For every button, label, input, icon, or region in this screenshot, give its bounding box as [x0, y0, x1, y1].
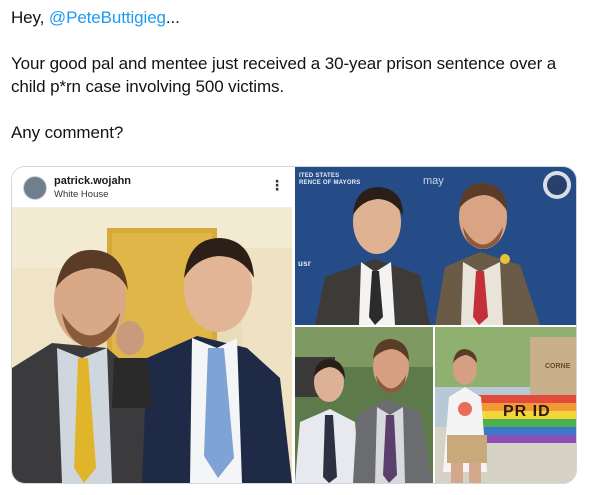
- photo-two-men-white-house: [12, 208, 292, 483]
- tweet-body: Your good pal and mentee just received a…: [11, 54, 557, 96]
- pride-banner-text: PR ID: [503, 403, 551, 420]
- media-photo-pride[interactable]: CORNE PR ID: [435, 327, 576, 483]
- greeting-prefix: Hey,: [11, 8, 49, 27]
- media-photo-instagram[interactable]: patrick.wojahn White House ⋮: [12, 167, 292, 483]
- avatar: [23, 176, 47, 200]
- greeting-suffix: ...: [165, 8, 180, 27]
- banner-logo-text: usr: [298, 259, 312, 268]
- tweet-question: Any comment?: [11, 123, 124, 142]
- instagram-header: patrick.wojahn White House ⋮: [12, 167, 292, 208]
- mention-link[interactable]: @PeteButtigieg: [49, 8, 166, 27]
- banner-text-line1: ITED STATES: [299, 173, 340, 179]
- instagram-username: patrick.wojahn: [54, 175, 132, 187]
- instagram-location: White House: [54, 189, 109, 200]
- media-photo-mayors-conference[interactable]: ITED STATES RENCE OF MAYORS may usr: [295, 167, 576, 325]
- greeting-line: Hey, @PeteButtigieg...: [11, 6, 581, 29]
- banner-brand-text: may: [423, 175, 444, 187]
- media-photo-outdoors[interactable]: [295, 327, 433, 483]
- banner-text-line2: RENCE OF MAYORS: [299, 180, 361, 186]
- media-grid: patrick.wojahn White House ⋮ ITED STATES…: [11, 166, 577, 484]
- more-vertical-icon[interactable]: ⋮: [270, 177, 284, 193]
- tweet-text: Hey, @PeteButtigieg... Your good pal and…: [11, 6, 581, 144]
- sign-text: CORNE: [545, 363, 571, 370]
